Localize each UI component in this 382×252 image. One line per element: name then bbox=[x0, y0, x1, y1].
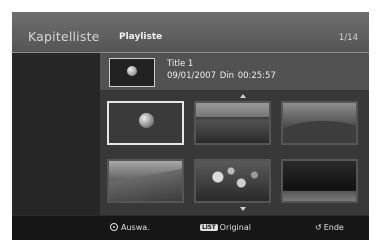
title-thumbnail bbox=[109, 58, 155, 87]
title-name: Title 1 bbox=[167, 59, 194, 69]
footer-bar: Auswa. LIST Original ↺ Ende bbox=[12, 215, 369, 240]
title-thumbnail-image bbox=[127, 66, 137, 76]
grass-image bbox=[283, 191, 356, 201]
list-button-icon: LIST bbox=[200, 224, 218, 231]
return-icon: ↺ bbox=[315, 223, 322, 232]
menu-title: Kapitelliste bbox=[28, 29, 100, 44]
chapter-thumbnail-1[interactable] bbox=[107, 101, 184, 145]
mountain-image bbox=[283, 121, 356, 143]
chapter-thumbnail-3[interactable] bbox=[281, 101, 358, 145]
original-label: Original bbox=[219, 223, 251, 232]
select-label: Auswa. bbox=[121, 223, 150, 232]
left-panel bbox=[12, 53, 100, 215]
ball-image bbox=[139, 113, 154, 128]
select-hint[interactable]: Auswa. bbox=[110, 223, 150, 232]
chapter-thumbnail-2[interactable] bbox=[194, 101, 271, 145]
original-hint[interactable]: LIST Original bbox=[200, 223, 251, 232]
ok-button-icon bbox=[110, 223, 118, 231]
chapter-thumbnail-4[interactable] bbox=[107, 159, 184, 203]
chapter-thumbnail-5[interactable] bbox=[194, 159, 271, 203]
end-hint[interactable]: ↺ Ende bbox=[315, 223, 344, 232]
page-counter: 1/14 bbox=[338, 33, 358, 43]
field-image bbox=[196, 121, 269, 143]
header-bar: Kapitelliste Playliste 1/14 bbox=[12, 12, 369, 52]
tv-screen: Kapitelliste Playliste 1/14 Title 1 09/0… bbox=[12, 12, 369, 240]
chapter-panel: Title 1 09/01/2007 Din 00:25:57 bbox=[100, 53, 369, 215]
end-label: Ende bbox=[323, 223, 344, 232]
title-info-bar: Title 1 09/01/2007 Din 00:25:57 bbox=[100, 53, 369, 90]
playlist-tab[interactable]: Playliste bbox=[119, 32, 162, 42]
chapter-thumbnail-6[interactable] bbox=[281, 159, 358, 203]
title-date-time: 09/01/2007 Din 00:25:57 bbox=[167, 71, 276, 81]
scroll-up-icon[interactable] bbox=[240, 94, 246, 98]
scroll-down-icon[interactable] bbox=[240, 207, 246, 211]
flowers-image bbox=[196, 161, 269, 201]
